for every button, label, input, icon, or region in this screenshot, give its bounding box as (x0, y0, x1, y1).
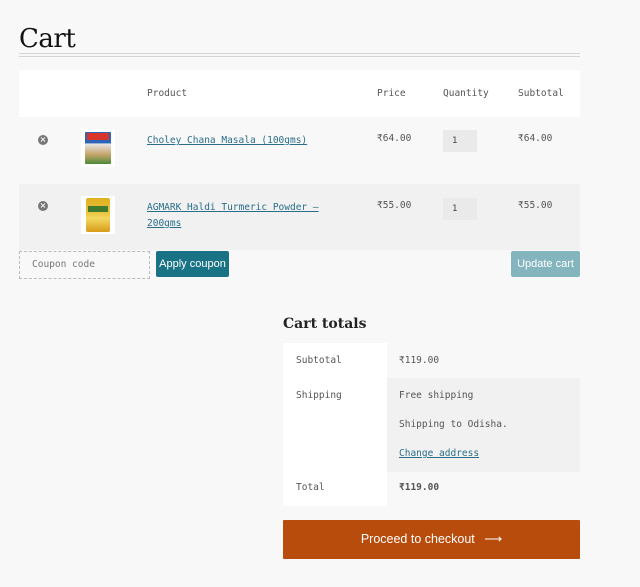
cart-item-row: × Choley Chana Masala (100gms) ₹64.00 1 … (19, 117, 580, 184)
cart-item-row: × AGMARK Haldi Turmeric Powder – 200gms … (19, 184, 580, 250)
arrow-right-icon: ⟶ (484, 532, 503, 546)
item-subtotal: ₹64.00 (518, 133, 553, 144)
cart-totals-title: Cart totals (283, 316, 367, 332)
cart-totals-table: Subtotal ₹119.00 Shipping Free shipping … (283, 343, 580, 506)
totals-shipping-row: Shipping Free shipping Shipping to Odish… (283, 378, 580, 472)
title-divider (19, 53, 580, 57)
remove-item-icon[interactable]: × (38, 201, 48, 211)
proceed-to-checkout-button[interactable]: Proceed to checkout ⟶ (283, 520, 580, 559)
product-image-label (87, 133, 109, 140)
total-value: ₹119.00 (387, 472, 580, 506)
header-subtotal: Subtotal (518, 88, 564, 99)
cart-table-header: Product Price Quantity Subtotal (19, 70, 580, 117)
item-price: ₹55.00 (377, 200, 412, 211)
shipping-method: Free shipping (399, 390, 474, 401)
item-price: ₹64.00 (377, 133, 412, 144)
coupon-code-input[interactable]: Coupon code (19, 251, 150, 279)
quantity-input[interactable]: 1 (443, 130, 477, 152)
quantity-input[interactable]: 1 (443, 198, 477, 220)
remove-item-icon[interactable]: × (38, 135, 48, 145)
apply-coupon-button[interactable]: Apply coupon (156, 251, 229, 277)
change-address-link[interactable]: Change address (399, 448, 479, 459)
update-cart-button[interactable]: Update cart (511, 251, 580, 277)
product-image-label (88, 206, 108, 212)
header-product: Product (147, 88, 188, 99)
totals-total-row: Total ₹119.00 (283, 472, 580, 506)
shipping-label: Shipping (283, 378, 387, 472)
subtotal-label: Subtotal (283, 343, 387, 378)
cart-table: Product Price Quantity Subtotal × Choley… (19, 70, 580, 250)
header-price: Price (377, 88, 406, 99)
product-link[interactable]: AGMARK Haldi Turmeric Powder – 200gms (147, 200, 319, 232)
total-label: Total (283, 472, 387, 506)
product-thumbnail[interactable] (81, 129, 115, 167)
item-subtotal: ₹55.00 (518, 200, 553, 211)
totals-subtotal-row: Subtotal ₹119.00 (283, 343, 580, 378)
shipping-destination: Shipping to Odisha. (399, 419, 508, 430)
shipping-details: Free shipping Shipping to Odisha. Change… (387, 378, 580, 472)
product-link-line2: 200gms (147, 218, 182, 229)
subtotal-value: ₹119.00 (387, 343, 580, 378)
product-image (86, 198, 110, 232)
product-thumbnail[interactable] (81, 196, 115, 234)
product-link[interactable]: Choley Chana Masala (100gms) (147, 133, 307, 149)
product-link-line1: AGMARK Haldi Turmeric Powder – (147, 202, 319, 213)
page-title: Cart (19, 24, 76, 54)
checkout-label: Proceed to checkout (360, 532, 475, 546)
header-quantity: Quantity (443, 88, 489, 99)
